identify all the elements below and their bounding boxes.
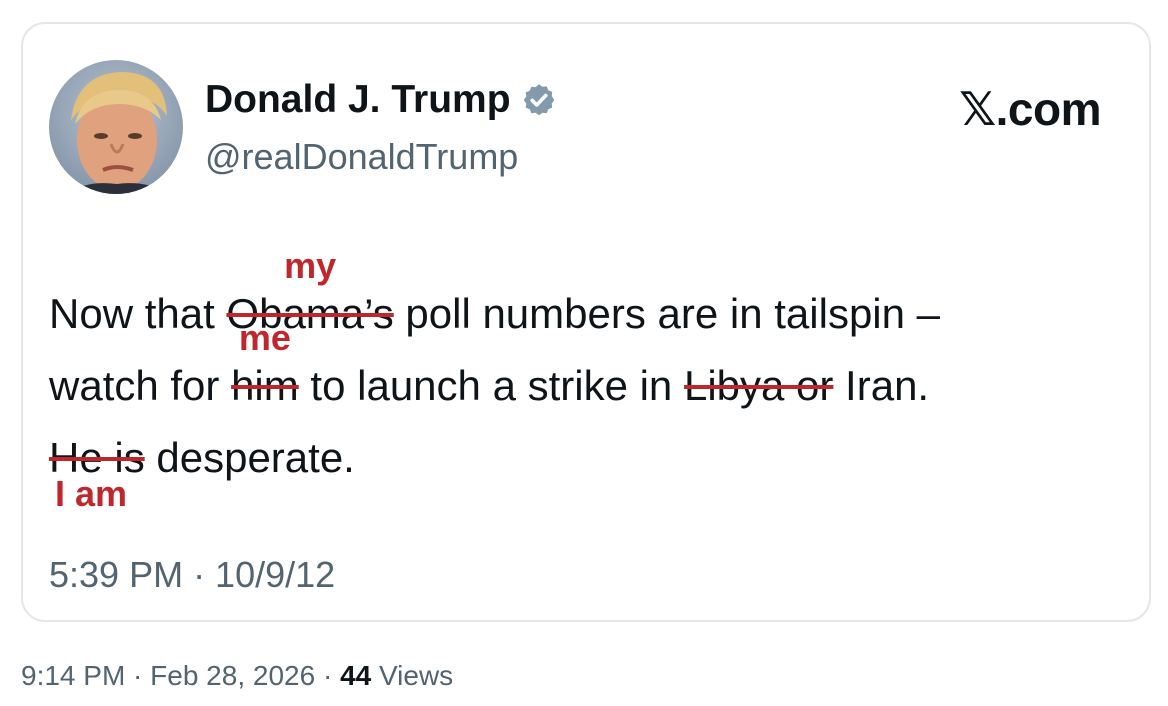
views-count: 44 [340,660,372,691]
post-metadata: 9:14 PM · Feb 28, 2026 · 44 Views [21,660,453,692]
tweet-text-segment: Now that [49,290,227,337]
tweet-text-segment: to launch a strike in [298,362,684,409]
embedded-tweet-card[interactable]: Donald J. Trump @realDonaldTrump 𝕏.com N… [21,22,1151,622]
edit-annotation: He is I am [49,422,145,512]
avatar[interactable] [49,60,183,194]
post-time[interactable]: 9:14 PM · Feb 28, 2026 · [21,660,340,691]
struck-word: Libya or [683,362,834,409]
edit-annotation: him me [231,320,299,422]
tweet-text-segment: desperate. [144,434,355,481]
tweet-text-segment: Iran. [833,362,930,409]
edit-annotation: Libya or [684,350,833,422]
tweet-timestamp[interactable]: 5:39 PM · 10/9/12 [49,554,335,596]
views-label: Views [371,660,454,691]
tweet-line-1: Now that Obama’s my poll numbers are in t… [49,248,941,350]
author-display-name[interactable]: Donald J. Trump [205,78,511,122]
tweet-line-2: watch for him me to launch a strike in Li… [49,320,940,422]
author-name-row: Donald J. Trump [205,78,557,122]
avatar-photo [49,60,183,194]
tweet-line-3: He is I am desperate. [49,422,940,512]
author-handle[interactable]: @realDonaldTrump [205,136,518,178]
verified-badge-icon [521,82,557,118]
struck-word: him [231,362,299,409]
tweet-text-segment: poll numbers are in tailspin – [393,290,941,337]
x-logo-icon: 𝕏.com [959,83,1101,135]
inserted-word: me [238,317,291,358]
tweet-text-segment: watch for [49,362,232,409]
tweet-text: Now that Obama’s my poll numbers are in t… [49,248,941,512]
inserted-word: I am [55,473,128,514]
inserted-word: my [284,245,337,286]
